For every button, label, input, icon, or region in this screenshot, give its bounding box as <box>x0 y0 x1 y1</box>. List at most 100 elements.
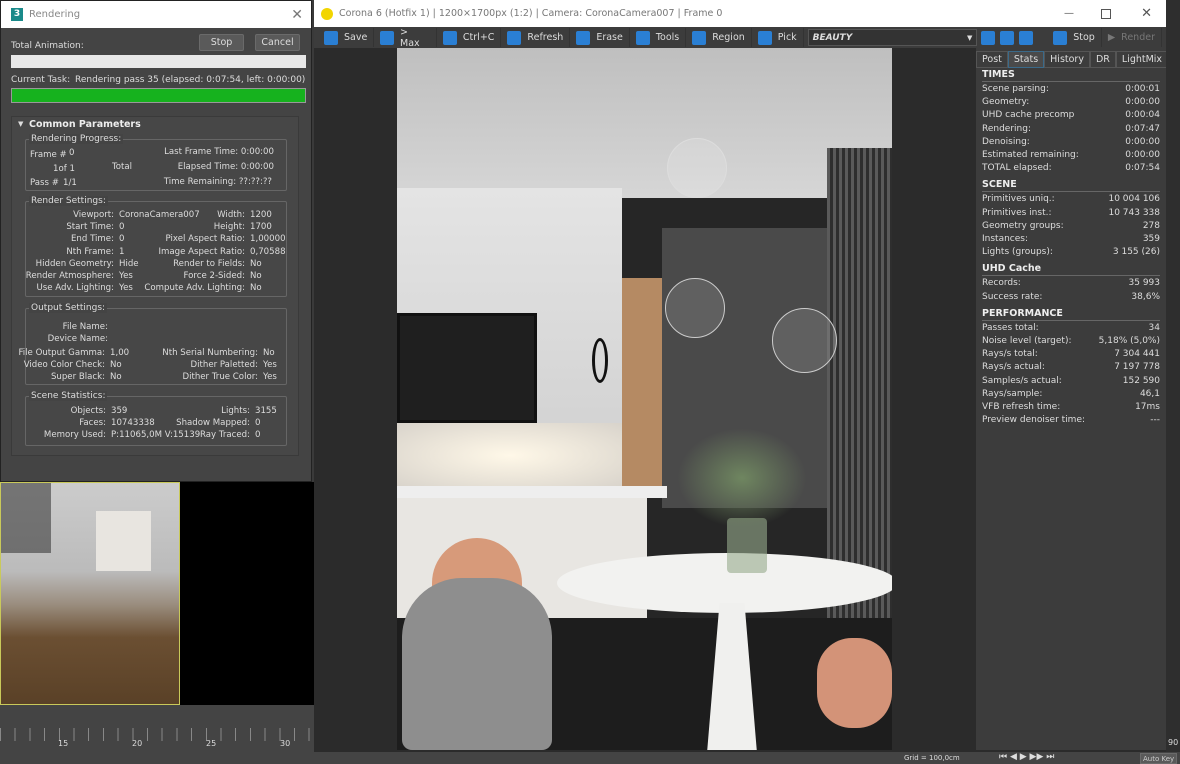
setting-label: Viewport: <box>73 210 114 220</box>
timeline-ruler[interactable] <box>0 728 314 741</box>
setting-label: Pixel Aspect Ratio: <box>165 234 246 245</box>
close-icon[interactable]: ✕ <box>291 7 303 23</box>
scene-statistics-group: Scene Statistics: Objects: 359 Faces: 10743… <box>25 391 287 446</box>
rendering-dialog: 3 Rendering ✕ Total Animation: Stop Canc… <box>0 0 312 482</box>
playback-controls[interactable]: ⏮ ◀ ▶ ▶▶ ⏭ <box>999 752 1054 762</box>
setting-label: Lights: <box>221 406 250 416</box>
region-button[interactable]: Region <box>686 28 752 47</box>
render-button[interactable]: ▶ Render <box>1102 28 1162 47</box>
stats-row: Rays/s total: 7 304 441 <box>982 348 1160 361</box>
elapsed-time: Elapsed Time: 0:00:00 <box>177 162 274 172</box>
render-image[interactable] <box>397 48 892 750</box>
glass-pendant <box>667 138 727 198</box>
channel-select[interactable]: BEAUTY ▼ <box>807 29 978 46</box>
cancel-button[interactable]: Cancel <box>255 34 300 51</box>
max-button[interactable]: > Max <box>374 27 437 49</box>
auto-key-button[interactable]: Auto Key <box>1140 753 1178 764</box>
gear-icon <box>635 30 650 45</box>
glass-cabinet <box>397 313 537 423</box>
pink-chair-right <box>817 638 892 728</box>
stats-label: Preview denoiser time: <box>982 415 1086 426</box>
stats-row: Estimated remaining: 0:00:00 <box>982 149 1160 162</box>
toolbar-button-label: Erase <box>596 32 623 43</box>
toolbar-button-label: Region <box>712 32 745 43</box>
ring-lamp <box>592 338 608 383</box>
setting-label: Super Black: <box>50 372 105 382</box>
last-frame-time: Last Frame Time: 0:00:00 <box>164 147 274 157</box>
toolbar-button-label: Refresh <box>527 32 564 43</box>
maximize-icon[interactable] <box>1101 8 1111 19</box>
chevron-down-icon: ▼ <box>966 33 973 42</box>
stop-button[interactable]: Stop <box>199 34 244 51</box>
play-icon: ▶ <box>1107 32 1116 43</box>
save-button[interactable]: Save <box>318 28 375 47</box>
scene-statistics-title: Scene Statistics: <box>29 391 108 401</box>
stats-label: UHD cache precomp <box>982 110 1075 121</box>
setting-value: 0 <box>119 222 125 233</box>
stop-render-button[interactable]: Stop <box>1047 28 1102 47</box>
timeline-tick-label: 20 <box>132 739 143 748</box>
3dsmax-icon: 3 <box>11 8 23 21</box>
terrazzo-backsplash <box>397 423 622 488</box>
stats-value: 0:00:00 <box>1125 136 1160 147</box>
vfb-toolbar: Save > Max Ctrl+C Refresh Erase Tools Region Pi… <box>314 27 1166 49</box>
zoom-fit-icon[interactable] <box>1019 30 1034 45</box>
setting-value: No <box>250 271 262 281</box>
setting-value: No <box>110 360 122 370</box>
stats-row: Noise level (target): 5,18% (5,0%) <box>982 335 1160 348</box>
setting-value: 1 <box>119 246 125 257</box>
setting-value: Yes <box>263 360 277 370</box>
setting-label: Force 2-Sided: <box>183 271 246 281</box>
zoom-out-icon[interactable] <box>1000 30 1015 45</box>
setting-label: Dither Paletted: <box>190 360 259 370</box>
stats-label: Primitives uniq.: <box>982 194 1055 205</box>
viewport-window <box>1 483 51 553</box>
stats-value: 0:00:01 <box>1125 84 1160 94</box>
setting-label: Image Aspect Ratio: <box>158 246 245 257</box>
zoom-in-icon[interactable] <box>981 30 996 45</box>
current-task-text: Rendering pass 35 (elapsed: 0:07:54, lef… <box>75 75 306 85</box>
current-task-progress <box>11 88 306 103</box>
stats-row: Rays/sample: 46,1 <box>982 388 1160 401</box>
setting-value: No <box>250 283 262 294</box>
frame-of: 1of 1 <box>53 164 75 174</box>
plant <box>677 428 807 528</box>
vfb-title: Corona 6 (Hotfix 1) | 1200×1700px (1:2) … <box>339 8 723 19</box>
tools-button[interactable]: Tools <box>630 28 687 47</box>
save-icon <box>324 30 338 45</box>
setting-label: Faces: <box>79 418 106 428</box>
stats-row: Scene parsing: 0:00:01 <box>982 83 1160 96</box>
stats-section-title: PERFORMANCE <box>982 308 1160 321</box>
stats-value: 0:07:47 <box>1125 123 1160 134</box>
setting-label: Use Adv. Lighting: <box>36 283 114 294</box>
erase-button[interactable]: Erase <box>570 28 630 47</box>
total-animation-progress <box>11 55 306 68</box>
setting-value: No <box>263 348 275 358</box>
output-settings-title: Output Settings: <box>29 303 108 313</box>
rollout-toggle[interactable]: ▼ <box>18 120 23 128</box>
stats-label: Lights (groups): <box>982 247 1053 258</box>
setting-value: 10743338 <box>111 418 155 428</box>
stats-value: 17ms <box>1135 402 1160 413</box>
stats-row: Primitives inst.: 10 743 338 <box>982 207 1160 220</box>
max-viewport[interactable] <box>0 482 180 705</box>
minimize-icon[interactable]: — <box>1064 8 1074 19</box>
setting-label: Dither True Color: <box>182 372 258 382</box>
wood-panel <box>622 278 662 498</box>
setting-value: No <box>110 372 122 382</box>
setting-label: File Output Gamma: <box>18 348 105 358</box>
timeline[interactable]: 15 20 25 30 <box>0 705 314 764</box>
close-icon[interactable]: ✕ <box>1141 6 1152 21</box>
pick-button[interactable]: Pick <box>752 28 804 47</box>
timeline-tick-label: 25 <box>206 739 217 748</box>
stats-value: 278 <box>1142 220 1160 231</box>
ctrlc-button[interactable]: Ctrl+C <box>437 28 502 47</box>
refresh-button[interactable]: Refresh <box>501 28 571 47</box>
stats-row: Primitives uniq.: 10 004 106 <box>982 193 1160 206</box>
stats-label: Geometry groups: <box>982 220 1064 231</box>
setting-label: End Time: <box>71 234 114 245</box>
status-bar: Grid = 100,0cm ⏮ ◀ ▶ ▶▶ ⏭ Auto Key <box>314 752 1180 764</box>
setting-label: Height: <box>213 222 245 233</box>
setting-value: 3155 <box>255 406 277 416</box>
stats-row: VFB refresh time: 17ms <box>982 401 1160 414</box>
